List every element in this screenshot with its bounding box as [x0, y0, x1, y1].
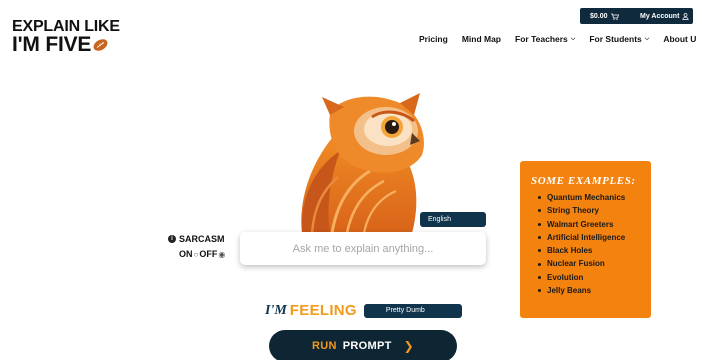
examples-title: SOME EXAMPLES:: [531, 175, 636, 187]
language-select[interactable]: English: [420, 212, 486, 227]
run-label-part1: RUN: [312, 340, 337, 352]
examples-list: Quantum Mechanics String Theory Walmart …: [538, 191, 651, 297]
my-account-label: My Account: [640, 12, 680, 20]
example-item[interactable]: Jelly Beans: [538, 284, 651, 297]
examples-panel: SOME EXAMPLES: Quantum Mechanics String …: [520, 161, 651, 318]
bullet-icon: [538, 236, 541, 240]
sarcasm-off-label: OFF: [199, 249, 218, 259]
example-item[interactable]: Nuclear Fusion: [538, 257, 651, 270]
owl-illustration: [301, 93, 424, 233]
nav-mind-map[interactable]: Mind Map: [462, 34, 501, 44]
example-item[interactable]: Quantum Mechanics: [538, 191, 651, 204]
my-account-link[interactable]: My Account: [632, 12, 690, 20]
chevron-down-icon: ⌵: [644, 35, 650, 42]
bullet-icon: [538, 249, 541, 253]
cart-link[interactable]: $0.00: [580, 13, 632, 20]
nav-about[interactable]: About U: [663, 34, 696, 44]
nav-pricing[interactable]: Pricing: [419, 34, 448, 44]
account-bar: $0.00 My Account: [580, 8, 693, 24]
sarcasm-on-label: ON: [179, 249, 193, 259]
radio-empty-icon[interactable]: ○: [194, 250, 199, 259]
run-prompt-button[interactable]: RUN PROMPT ❯: [269, 330, 457, 360]
feeling-row: I'M FEELING Pretty Dumb: [265, 302, 462, 319]
cart-amount: $0.00: [590, 12, 608, 20]
sarcasm-toggle[interactable]: ON ○ OFF ◉: [179, 249, 225, 259]
nav-for-students[interactable]: For Students ⌵: [589, 34, 649, 44]
radio-selected-icon[interactable]: ◉: [218, 250, 225, 259]
language-selected: English: [428, 216, 451, 223]
sarcasm-label: i SARCASM: [168, 234, 225, 244]
cart-icon: [610, 13, 619, 20]
feeling-select[interactable]: Pretty Dumb: [363, 303, 462, 318]
chevron-right-icon: ❯: [403, 339, 414, 353]
example-item[interactable]: Black Holes: [538, 244, 651, 257]
bullet-icon: [538, 275, 541, 279]
example-item[interactable]: String Theory: [538, 204, 651, 217]
bullet-icon: [538, 209, 541, 213]
ask-placeholder: Ask me to explain anything...: [292, 242, 434, 255]
nav-for-teachers[interactable]: For Teachers ⌵: [515, 34, 575, 44]
logo-line2: I'M FIVE: [12, 33, 92, 56]
example-item[interactable]: Walmart Greeters: [538, 218, 651, 231]
bullet-icon: [538, 222, 541, 226]
bullet-icon: [538, 289, 541, 293]
chevron-down-icon: ⌵: [570, 35, 576, 42]
ask-input[interactable]: Ask me to explain anything...: [240, 232, 486, 265]
bullet-icon: [538, 196, 541, 200]
user-icon: [682, 12, 690, 20]
football-icon: [93, 39, 108, 51]
info-icon[interactable]: i: [168, 235, 176, 243]
run-label-part2: PROMPT: [342, 340, 392, 352]
example-item[interactable]: Artificial Intelligence: [538, 231, 651, 244]
feeling-im: I'M: [265, 302, 287, 318]
bullet-icon: [538, 262, 541, 266]
example-item[interactable]: Evolution: [538, 271, 651, 284]
main-nav: Pricing Mind Map For Teachers ⌵ For Stude…: [419, 34, 703, 44]
feeling-label: FEELING: [289, 302, 357, 319]
site-logo[interactable]: EXPLAIN LIKE I'M FIVE: [12, 19, 120, 56]
feeling-selected: Pretty Dumb: [385, 307, 425, 314]
